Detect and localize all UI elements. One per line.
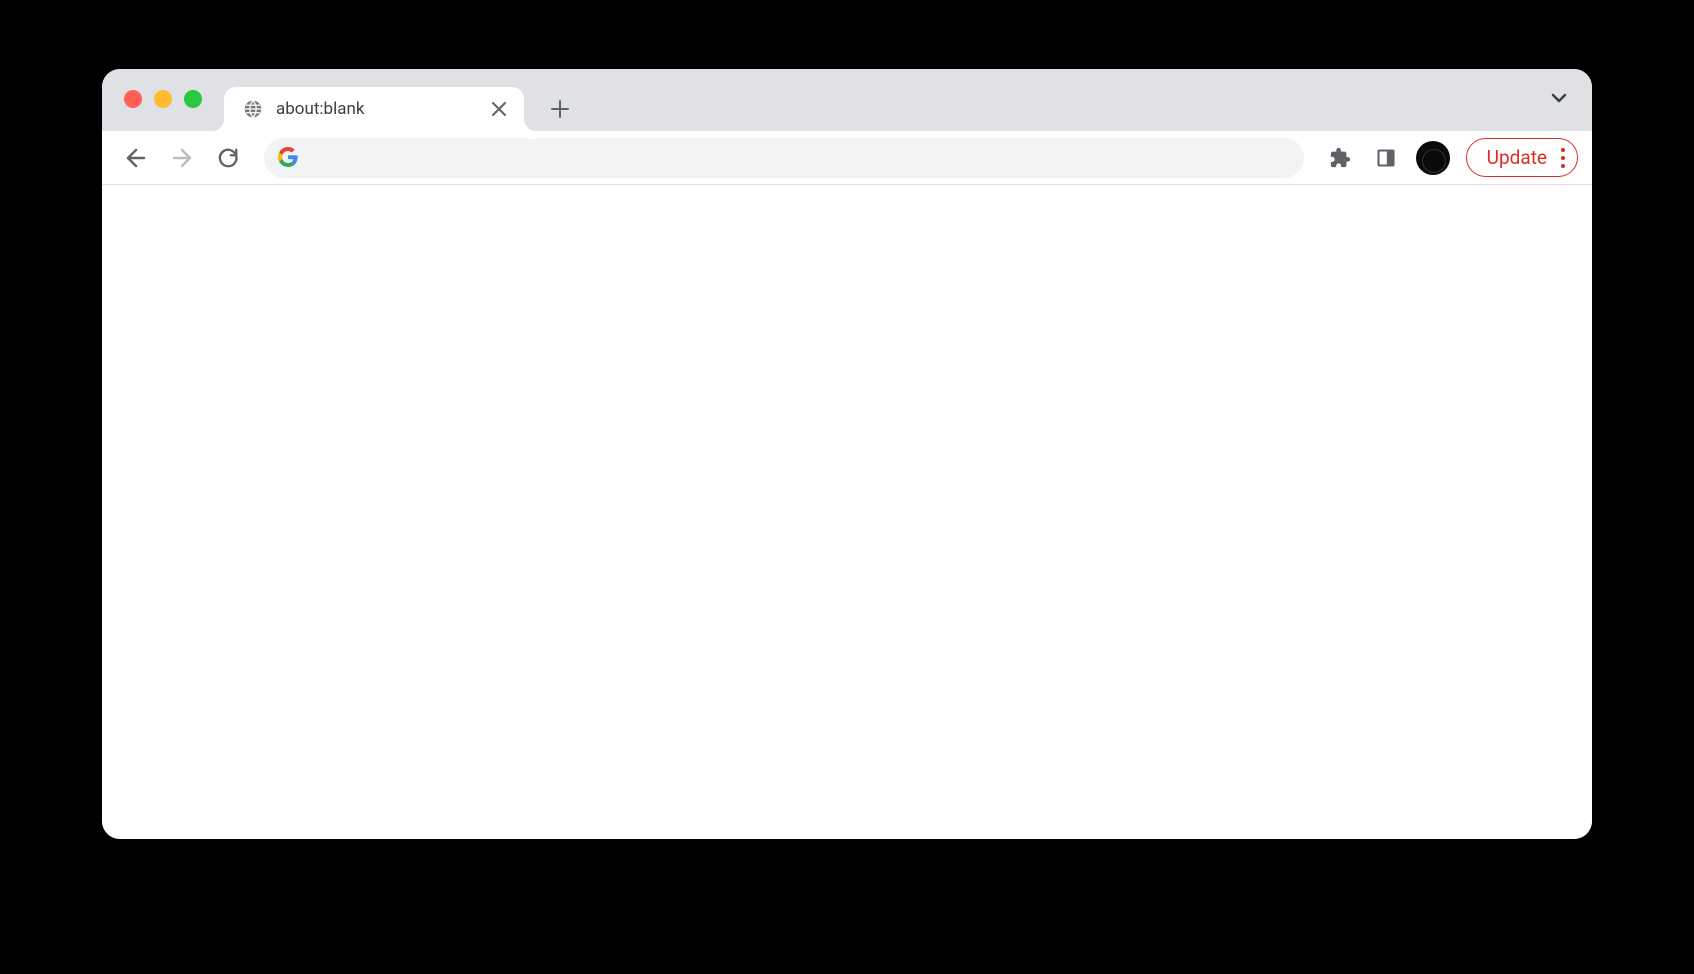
globe-icon xyxy=(242,98,264,120)
google-icon xyxy=(278,147,300,169)
address-bar[interactable] xyxy=(264,138,1304,178)
maximize-window-button[interactable] xyxy=(184,90,202,108)
tab-bar: about:blank xyxy=(102,69,1592,131)
tab-title: about:blank xyxy=(276,99,476,119)
profile-avatar[interactable] xyxy=(1416,141,1450,175)
forward-button[interactable] xyxy=(162,138,202,178)
back-button[interactable] xyxy=(116,138,156,178)
update-label: Update xyxy=(1487,146,1547,169)
browser-tab[interactable]: about:blank xyxy=(224,87,524,131)
page-content xyxy=(102,185,1592,839)
more-icon xyxy=(1561,148,1565,168)
window-controls xyxy=(124,69,202,131)
tab-list-button[interactable] xyxy=(1544,83,1574,113)
minimize-window-button[interactable] xyxy=(154,90,172,108)
toolbar: Update xyxy=(102,131,1592,185)
address-input[interactable] xyxy=(312,149,1290,167)
side-panel-button[interactable] xyxy=(1366,138,1406,178)
close-tab-button[interactable] xyxy=(488,98,510,120)
close-window-button[interactable] xyxy=(124,90,142,108)
browser-window: about:blank xyxy=(102,69,1592,839)
reload-button[interactable] xyxy=(208,138,248,178)
new-tab-button[interactable] xyxy=(542,91,578,127)
extensions-button[interactable] xyxy=(1320,138,1360,178)
update-button[interactable]: Update xyxy=(1466,138,1578,177)
